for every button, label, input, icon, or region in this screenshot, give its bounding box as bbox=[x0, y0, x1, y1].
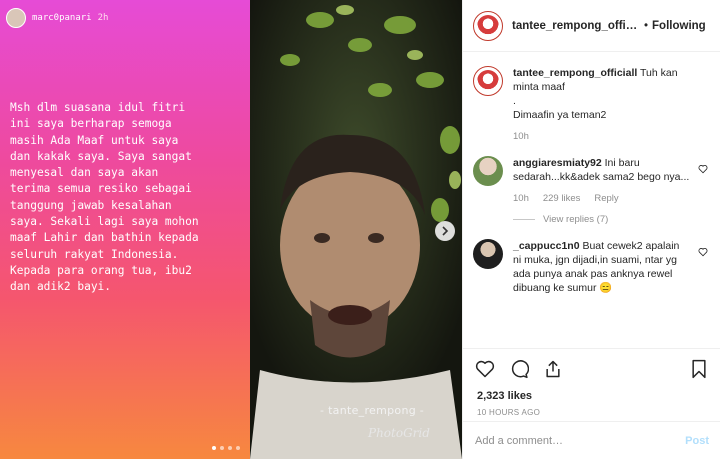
post-header: tantee_rempong_official • Following bbox=[463, 0, 720, 52]
likes-count[interactable]: 2,323 likes bbox=[463, 390, 720, 402]
comment-body: anggiaresmiaty92 Ini baru sedarah...kk&a… bbox=[513, 156, 710, 206]
post-sidebar: tantee_rempong_official • Following tant… bbox=[462, 0, 720, 459]
heart-icon[interactable] bbox=[698, 164, 708, 174]
post-comment-button[interactable]: Post bbox=[685, 435, 709, 447]
chevron-right-icon bbox=[442, 226, 449, 236]
caption-line2: Dimaafin ya teman2 bbox=[513, 109, 607, 121]
comment-meta: 10h 229 likes Reply bbox=[513, 192, 690, 206]
caption-dot: . bbox=[513, 95, 516, 107]
share-icon[interactable] bbox=[543, 359, 563, 379]
author-avatar-logo bbox=[477, 14, 499, 37]
comment-username[interactable]: _cappucc1n0 bbox=[513, 240, 580, 252]
header-separator: • bbox=[644, 19, 649, 32]
video-watermark: - tante_rempong - bbox=[320, 404, 425, 417]
post-timestamp: 10 HOURS AGO bbox=[477, 408, 541, 417]
story-header: marc0panari 2h bbox=[6, 8, 108, 28]
caption-username[interactable]: tantee_rempong_officiall bbox=[513, 67, 637, 79]
comment-time: 10h bbox=[513, 193, 529, 204]
story-username: marc0panari bbox=[32, 13, 92, 23]
story-text: Msh dlm suasana idul fitri ini saya berh… bbox=[10, 101, 199, 294]
carousel-dot bbox=[236, 446, 240, 450]
video-frame[interactable]: - tante_rempong - PhotoGrid bbox=[250, 0, 462, 459]
bookmark-icon[interactable] bbox=[690, 359, 708, 379]
instagram-post-modal: marc0panari 2h Msh dlm suasana idul fitr… bbox=[0, 0, 720, 459]
comment-avatar[interactable] bbox=[473, 156, 503, 186]
heart-icon[interactable] bbox=[698, 247, 708, 257]
author-username[interactable]: tantee_rempong_official bbox=[512, 20, 640, 32]
comment-item: anggiaresmiaty92 Ini baru sedarah...kk&a… bbox=[473, 156, 710, 206]
story-avatar bbox=[6, 8, 26, 28]
post-actions bbox=[463, 348, 720, 388]
story-time: 2h bbox=[97, 13, 109, 23]
view-replies-button[interactable]: View replies (7) bbox=[513, 214, 710, 225]
comment-item: _cappucc1n0 Buat cewek2 apalain ni muka,… bbox=[473, 239, 710, 295]
caption-avatar-logo bbox=[477, 70, 499, 92]
following-button[interactable]: Following bbox=[652, 20, 706, 32]
add-comment-input[interactable] bbox=[475, 434, 686, 447]
carousel-next-button[interactable] bbox=[435, 221, 455, 241]
caption-avatar[interactable] bbox=[473, 66, 503, 96]
comment-icon[interactable] bbox=[509, 359, 529, 379]
view-replies-label: View replies (7) bbox=[543, 214, 609, 225]
comments-list[interactable]: tantee_rempong_officiall Tuh kan minta m… bbox=[463, 52, 720, 348]
heart-icon[interactable] bbox=[475, 359, 495, 379]
comment-body: _cappucc1n0 Buat cewek2 apalain ni muka,… bbox=[513, 239, 710, 295]
carousel-dots bbox=[212, 446, 240, 450]
carousel-dot bbox=[228, 446, 232, 450]
carousel-dot bbox=[220, 446, 224, 450]
reply-button[interactable]: Reply bbox=[594, 192, 618, 206]
comment-username[interactable]: anggiaresmiaty92 bbox=[513, 157, 602, 169]
caption-meta: 10h bbox=[513, 130, 690, 144]
caption-time: 10h bbox=[513, 131, 529, 142]
caption-body: tantee_rempong_officiall Tuh kan minta m… bbox=[513, 66, 710, 144]
view-replies-line bbox=[513, 219, 535, 220]
video-scene bbox=[250, 0, 462, 459]
author-avatar[interactable] bbox=[473, 10, 503, 41]
comment-likes[interactable]: 229 likes bbox=[543, 192, 581, 206]
add-comment-bar: Post bbox=[463, 421, 720, 459]
photogrid-watermark: PhotoGrid bbox=[368, 426, 430, 440]
carousel-dot-active bbox=[212, 446, 216, 450]
caption-item: tantee_rempong_officiall Tuh kan minta m… bbox=[473, 66, 710, 144]
story-screenshot: marc0panari 2h Msh dlm suasana idul fitr… bbox=[0, 0, 250, 459]
comment-avatar[interactable] bbox=[473, 239, 503, 269]
